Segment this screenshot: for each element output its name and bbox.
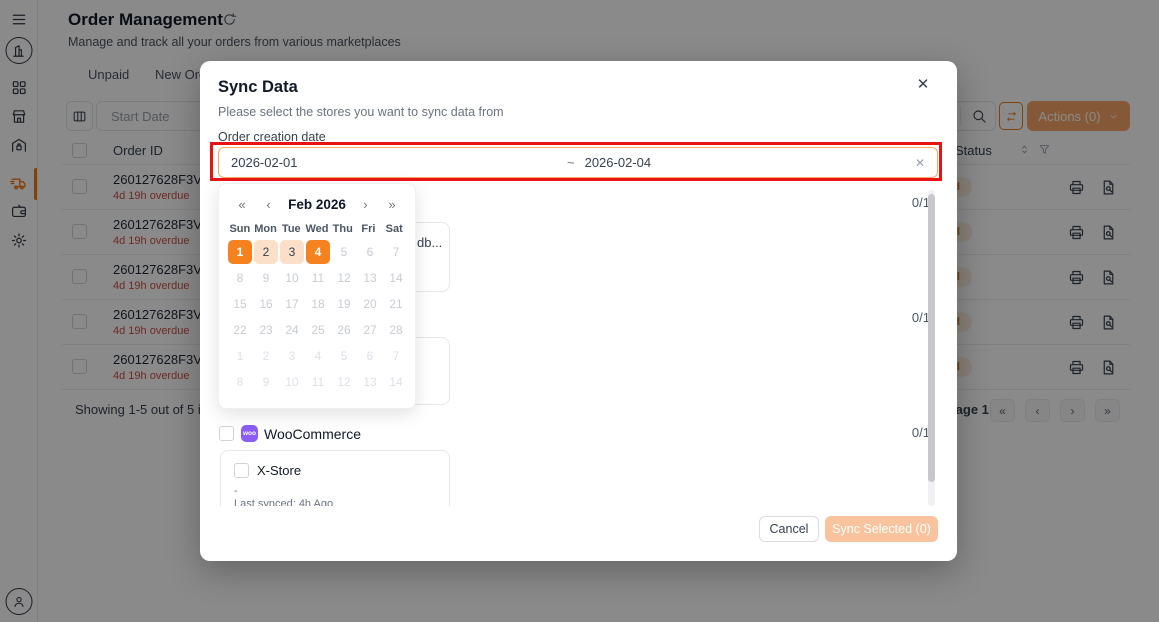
calendar-day: 20 <box>358 292 382 316</box>
store-name: X-Store <box>257 463 301 478</box>
start-date-value[interactable]: 2026-02-01 <box>231 155 567 170</box>
next-month-button[interactable]: › <box>358 197 372 212</box>
store-detail: - <box>234 485 238 497</box>
marketplace-name: WooCommerce <box>264 426 361 442</box>
modal-subtitle: Please select the stores you want to syn… <box>218 105 504 119</box>
calendar-day: 21 <box>384 292 408 316</box>
calendar-day[interactable]: 3 <box>280 240 304 264</box>
weekday-label: Mon <box>253 223 279 235</box>
date-separator: ~ <box>567 155 575 170</box>
calendar-day: 14 <box>384 266 408 290</box>
calendar-day: 10 <box>280 266 304 290</box>
calendar-day: 17 <box>280 292 304 316</box>
marketplace-checkbox[interactable] <box>219 426 234 441</box>
date-range-label: Order creation date <box>218 130 326 144</box>
calendar-day: 28 <box>384 318 408 342</box>
calendar-day: 11 <box>306 370 330 394</box>
weekday-label: Sat <box>381 223 407 235</box>
calendar-day: 13 <box>358 370 382 394</box>
calendar-day: 14 <box>384 370 408 394</box>
calendar-day: 9 <box>254 266 278 290</box>
calendar-day: 25 <box>306 318 330 342</box>
modal-scrollbar[interactable] <box>928 190 935 506</box>
calendar-day: 5 <box>332 344 356 368</box>
calendar-day[interactable]: 1 <box>228 240 252 264</box>
date-range-input[interactable]: 2026-02-01 ~ 2026-02-04 ✕ <box>218 147 938 178</box>
sync-selected-button[interactable]: Sync Selected (0) <box>825 516 938 542</box>
calendar-day: 2 <box>254 344 278 368</box>
sync-data-modal: Sync Data ✕ Please select the stores you… <box>200 61 957 561</box>
last-synced-label: Last synced: 4h Ago <box>234 498 333 506</box>
store-name-fragment: db... <box>417 235 442 250</box>
cancel-button[interactable]: Cancel <box>759 516 819 542</box>
section-count: 0/1 <box>890 195 930 210</box>
calendar-day: 7 <box>384 344 408 368</box>
calendar-day: 27 <box>358 318 382 342</box>
end-date-value[interactable]: 2026-02-04 <box>585 155 652 170</box>
weekday-label: Tue <box>278 223 304 235</box>
calendar-day: 1 <box>228 344 252 368</box>
calendar-popup: « ‹ Feb 2026 › » SunMonTueWedThuFriSat 1… <box>218 183 416 409</box>
prev-year-button[interactable]: « <box>235 197 249 212</box>
prev-month-button[interactable]: ‹ <box>262 197 276 212</box>
calendar-day: 12 <box>332 370 356 394</box>
calendar-day: 15 <box>228 292 252 316</box>
calendar-day: 22 <box>228 318 252 342</box>
weekday-label: Fri <box>356 223 382 235</box>
scrollbar-thumb[interactable] <box>928 194 935 482</box>
calendar-day: 24 <box>280 318 304 342</box>
calendar-day: 3 <box>280 344 304 368</box>
calendar-day: 13 <box>358 266 382 290</box>
close-icon[interactable]: ✕ <box>912 75 934 97</box>
calendar-weekdays: SunMonTueWedThuFriSat <box>227 223 407 235</box>
calendar-day: 11 <box>306 266 330 290</box>
calendar-day: 6 <box>358 240 382 264</box>
weekday-label: Sun <box>227 223 253 235</box>
calendar-day: 5 <box>332 240 356 264</box>
calendar-day: 18 <box>306 292 330 316</box>
next-year-button[interactable]: » <box>385 197 399 212</box>
store-card-x-store[interactable]: X-Store - Last synced: 4h Ago <box>220 450 450 506</box>
calendar-day[interactable]: 2 <box>254 240 278 264</box>
weekday-label: Wed <box>304 223 330 235</box>
calendar-day: 8 <box>228 370 252 394</box>
section-count: 0/1 <box>890 425 930 440</box>
calendar-day: 19 <box>332 292 356 316</box>
calendar-day: 26 <box>332 318 356 342</box>
calendar-day: 10 <box>280 370 304 394</box>
modal-title: Sync Data <box>218 78 298 97</box>
calendar-day[interactable]: 4 <box>306 240 330 264</box>
calendar-day: 9 <box>254 370 278 394</box>
calendar-day: 16 <box>254 292 278 316</box>
calendar-grid: 1234567891011121314151617181920212223242… <box>227 239 409 395</box>
woocommerce-icon: woo <box>241 425 258 442</box>
section-count: 0/1 <box>890 310 930 325</box>
calendar-day: 6 <box>358 344 382 368</box>
store-checkbox[interactable] <box>234 463 249 478</box>
calendar-day: 4 <box>306 344 330 368</box>
calendar-day: 7 <box>384 240 408 264</box>
calendar-day: 8 <box>228 266 252 290</box>
clear-date-icon[interactable]: ✕ <box>915 156 925 170</box>
calendar-month-label[interactable]: Feb 2026 <box>288 197 346 212</box>
weekday-label: Thu <box>330 223 356 235</box>
calendar-day: 12 <box>332 266 356 290</box>
calendar-day: 23 <box>254 318 278 342</box>
